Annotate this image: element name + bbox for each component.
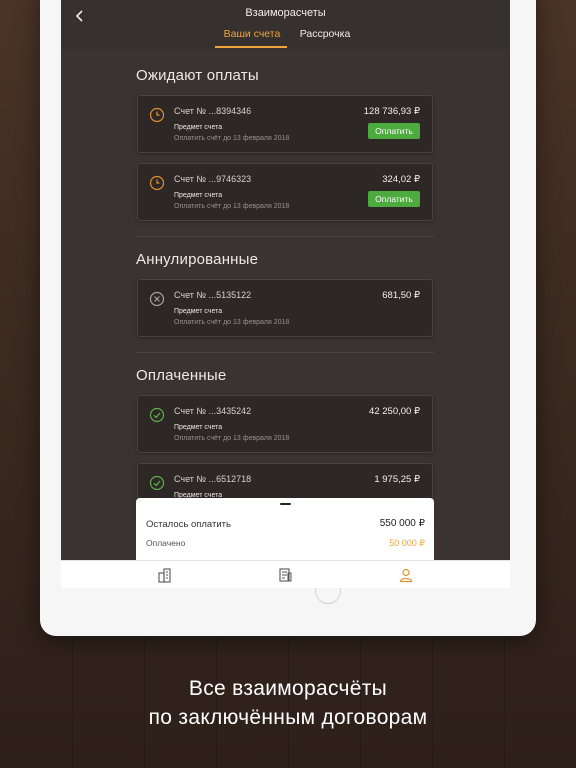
remaining-value: 550 000 ₽ [379, 518, 425, 529]
section-title-cancelled: Аннулированные [136, 251, 259, 268]
pay-button[interactable]: Оплатить [368, 191, 420, 207]
invoice-subject: Предмет счета [174, 308, 223, 315]
plank-line [288, 636, 289, 768]
invoice-number: Счет № ...9746323 [174, 174, 252, 184]
promo-caption-line-2: по заключённым договорам [148, 706, 428, 729]
active-tab-indicator [215, 46, 287, 48]
wood-background [0, 636, 576, 768]
invoice-card[interactable]: Счет № ...3435242 42 250,00 ₽ Предмет сч… [137, 395, 433, 453]
buildings-icon[interactable] [157, 567, 173, 583]
invoice-subject: Предмет счета [174, 124, 223, 131]
drag-handle[interactable] [280, 503, 291, 505]
clock-icon [149, 175, 165, 191]
invoice-number: Счет № ...5135122 [174, 290, 252, 300]
clock-icon [149, 107, 165, 123]
invoice-amount: 42 250,00 ₽ [369, 406, 420, 417]
invoice-amount: 128 736,93 ₽ [363, 106, 420, 117]
invoice-card[interactable]: Счет № ...9746323 324,02 ₽ Предмет счета… [137, 163, 433, 221]
plank-line [216, 636, 217, 768]
profile-icon[interactable] [398, 567, 414, 583]
invoice-due-date: Оплатить счёт до 13 февраля 2018 [174, 135, 290, 142]
invoice-number: Счет № ...3435242 [174, 406, 252, 416]
check-circle-icon [149, 475, 165, 491]
invoice-number: Счет № ...6512718 [174, 474, 252, 484]
cancel-circle-icon [149, 291, 165, 307]
invoice-due-date: Оплатить счёт до 13 февраля 2018 [174, 435, 290, 442]
paid-label: Оплачено [146, 538, 186, 548]
section-divider [136, 236, 434, 237]
tab-installment[interactable]: Рассрочка [295, 28, 355, 48]
tab-your-invoices[interactable]: Ваши счета [223, 28, 281, 48]
page-title: Взаиморасчеты [245, 7, 326, 19]
invoice-card[interactable]: Счет № ...8394346 128 736,93 ₽ Предмет с… [137, 95, 433, 153]
nav-header: Взаиморасчеты Ваши счета Рассрочка [61, 0, 510, 50]
invoice-due-date: Оплатить счёт до 13 февраля 2018 [174, 319, 290, 326]
section-title-pending: Ожидают оплаты [136, 67, 259, 84]
invoice-card[interactable]: Счет № ...5135122 681,50 ₽ Предмет счета… [137, 279, 433, 337]
document-icon[interactable] [277, 567, 293, 583]
plank-line [432, 636, 433, 768]
invoice-number: Счет № ...8394346 [174, 106, 252, 116]
bottom-tab-bar [61, 560, 510, 588]
promo-caption-line-1: Все взаиморасчёты [188, 677, 388, 700]
plank-line [360, 636, 361, 768]
invoice-amount: 324,02 ₽ [382, 174, 420, 185]
invoice-subject: Предмет счета [174, 192, 223, 199]
invoice-amount: 681,50 ₽ [382, 290, 420, 301]
invoice-due-date: Оплатить счёт до 13 февраля 2018 [174, 203, 290, 210]
section-divider [136, 352, 434, 353]
payment-summary-sheet[interactable]: Осталось оплатить 550 000 ₽ Оплачено 50 … [136, 498, 434, 562]
plank-line [144, 636, 145, 768]
invoice-subject: Предмет счета [174, 424, 223, 431]
plank-line [504, 636, 505, 768]
remaining-label: Осталось оплатить [146, 519, 231, 530]
pay-button[interactable]: Оплатить [368, 123, 420, 139]
app-screen: Взаиморасчеты Ваши счета Рассрочка Ожида… [61, 0, 510, 588]
section-title-paid: Оплаченные [136, 367, 227, 384]
plank-line [72, 636, 73, 768]
invoice-amount: 1 975,25 ₽ [374, 474, 420, 485]
paid-value: 50 000 ₽ [389, 538, 425, 548]
check-circle-icon [149, 407, 165, 423]
